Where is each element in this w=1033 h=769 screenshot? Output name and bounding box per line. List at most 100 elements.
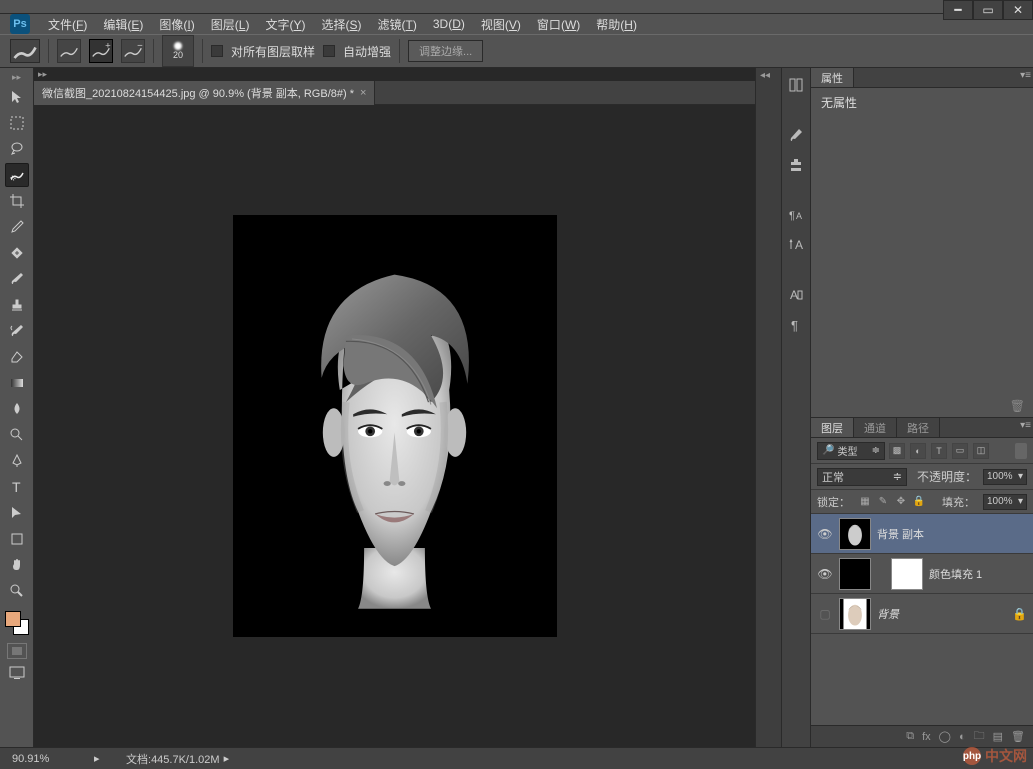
path-select-tool[interactable]: [5, 501, 29, 525]
hand-tool[interactable]: [5, 553, 29, 577]
link-layers-button[interactable]: ⧉: [906, 730, 914, 743]
foreground-color[interactable]: [5, 611, 21, 627]
lasso-tool[interactable]: [5, 137, 29, 161]
filter-pixel-icon[interactable]: ▩: [889, 443, 905, 459]
lock-all-icon[interactable]: 🔒: [912, 495, 926, 509]
tab-close-icon[interactable]: ×: [360, 87, 366, 99]
toolbar-collapse[interactable]: ▸▸: [0, 72, 33, 83]
layer-name[interactable]: 背景: [877, 606, 1006, 622]
collapsed-panel-strip[interactable]: ◂◂: [755, 68, 781, 747]
canvas-viewport[interactable]: [34, 105, 755, 747]
healing-tool[interactable]: [5, 241, 29, 265]
status-arrow-icon[interactable]: ▸: [94, 752, 106, 765]
menu-3d[interactable]: 3D(D): [425, 15, 473, 33]
menu-window[interactable]: 窗口(W): [529, 14, 588, 35]
auto-enhance-checkbox[interactable]: [323, 45, 335, 57]
filter-type-select[interactable]: 🔎类型≑: [817, 442, 885, 460]
zoom-level[interactable]: 90.91%: [0, 753, 90, 765]
quick-select-tool[interactable]: [5, 163, 29, 187]
style-panel-icon[interactable]: ¶: [785, 314, 807, 336]
trash-icon[interactable]: 🗑: [1010, 399, 1025, 413]
menu-filter[interactable]: 滤镜(T): [370, 14, 425, 35]
gradient-tool[interactable]: [5, 371, 29, 395]
eraser-tool[interactable]: [5, 345, 29, 369]
tab-layers[interactable]: 图层: [811, 418, 854, 437]
layer-thumbnail[interactable]: [839, 558, 871, 590]
minimize-button[interactable]: ━: [943, 0, 973, 20]
tab-paths[interactable]: 路径: [897, 418, 940, 437]
filter-shape-icon[interactable]: ▭: [952, 443, 968, 459]
filter-adjust-icon[interactable]: ◐: [910, 443, 926, 459]
visibility-toggle[interactable]: 👁: [817, 567, 833, 581]
layer-name[interactable]: 颜色填充 1: [929, 566, 1027, 582]
sample-all-layers-checkbox[interactable]: [211, 45, 223, 57]
panel-menu-button[interactable]: ▾≡: [1020, 70, 1031, 81]
close-button[interactable]: ✕: [1003, 0, 1033, 20]
document-tab[interactable]: 微信截图_20210824154425.jpg @ 90.9% (背景 副本, …: [34, 81, 375, 105]
brush-tool[interactable]: [5, 267, 29, 291]
brush-preset-picker[interactable]: 20: [162, 35, 194, 67]
pen-tool[interactable]: [5, 449, 29, 473]
add-to-selection-button[interactable]: +: [89, 39, 113, 63]
delete-layer-button[interactable]: 🗑: [1011, 730, 1025, 743]
layer-row[interactable]: ▢ 背景 🔒: [811, 594, 1033, 634]
blur-tool[interactable]: [5, 397, 29, 421]
lock-image-icon[interactable]: ✎: [876, 495, 890, 509]
marquee-tool[interactable]: [5, 111, 29, 135]
document-size[interactable]: 文档:445.7K/1.02M: [106, 751, 220, 767]
paragraph-panel-icon[interactable]: A: [785, 234, 807, 256]
lock-position-icon[interactable]: ✥: [894, 495, 908, 509]
type-tool[interactable]: T: [5, 475, 29, 499]
opacity-input[interactable]: 100%▾: [983, 469, 1027, 485]
visibility-toggle[interactable]: ▢: [817, 607, 833, 621]
shape-tool[interactable]: [5, 527, 29, 551]
panel-menu-button[interactable]: ▾≡: [1020, 420, 1031, 431]
layer-thumbnail[interactable]: [839, 518, 871, 550]
tab-channels[interactable]: 通道: [854, 418, 897, 437]
filter-type-icon[interactable]: T: [931, 443, 947, 459]
layer-mask-button[interactable]: ◯: [939, 730, 951, 743]
dodge-tool[interactable]: [5, 423, 29, 447]
refine-edge-button[interactable]: 调整边缘...: [408, 40, 483, 62]
visibility-toggle[interactable]: 👁: [817, 527, 833, 541]
layer-mask-thumbnail[interactable]: [891, 558, 923, 590]
layer-row[interactable]: 👁 背景 副本: [811, 514, 1033, 554]
clone-panel-icon[interactable]: [785, 154, 807, 176]
glyph-panel-icon[interactable]: A: [785, 284, 807, 306]
layer-fx-button[interactable]: fx: [922, 731, 931, 743]
tool-preset-picker[interactable]: [10, 39, 40, 63]
crop-tool[interactable]: [5, 189, 29, 213]
menu-edit[interactable]: 编辑(E): [95, 14, 151, 35]
maximize-button[interactable]: ▭: [973, 0, 1003, 20]
blend-mode-select[interactable]: 正常≑: [817, 468, 907, 486]
color-swatches[interactable]: [5, 611, 29, 635]
character-panel-icon[interactable]: ¶A: [785, 204, 807, 226]
layer-thumbnail[interactable]: [839, 598, 871, 630]
menu-help[interactable]: 帮助(H): [588, 14, 645, 35]
new-selection-button[interactable]: [57, 39, 81, 63]
new-layer-button[interactable]: ▤: [993, 730, 1003, 743]
lock-transparent-icon[interactable]: ▦: [858, 495, 872, 509]
adjustment-layer-button[interactable]: ◐: [959, 731, 966, 743]
zoom-tool[interactable]: [5, 579, 29, 603]
quick-mask-toggle[interactable]: [7, 643, 27, 659]
eyedropper-tool[interactable]: [5, 215, 29, 239]
layer-name[interactable]: 背景 副本: [877, 526, 1027, 542]
move-tool[interactable]: [5, 85, 29, 109]
menu-image[interactable]: 图像(I): [151, 14, 202, 35]
fill-input[interactable]: 100%▾: [983, 494, 1027, 510]
status-arrow-icon[interactable]: ▸: [224, 752, 236, 765]
menu-view[interactable]: 视图(V): [473, 14, 529, 35]
menu-type[interactable]: 文字(Y): [257, 14, 313, 35]
menu-layer[interactable]: 图层(L): [203, 14, 258, 35]
history-brush-tool[interactable]: [5, 319, 29, 343]
brush-panel-icon[interactable]: [785, 124, 807, 146]
subtract-from-selection-button[interactable]: −: [121, 39, 145, 63]
screen-mode-button[interactable]: [7, 665, 27, 681]
stamp-tool[interactable]: [5, 293, 29, 317]
filter-smart-icon[interactable]: ◫: [973, 443, 989, 459]
menu-select[interactable]: 选择(S): [313, 14, 369, 35]
doc-area-collapse[interactable]: ▸▸: [34, 68, 755, 81]
layer-row[interactable]: 👁 颜色填充 1: [811, 554, 1033, 594]
menu-file[interactable]: 文件(F): [40, 14, 95, 35]
